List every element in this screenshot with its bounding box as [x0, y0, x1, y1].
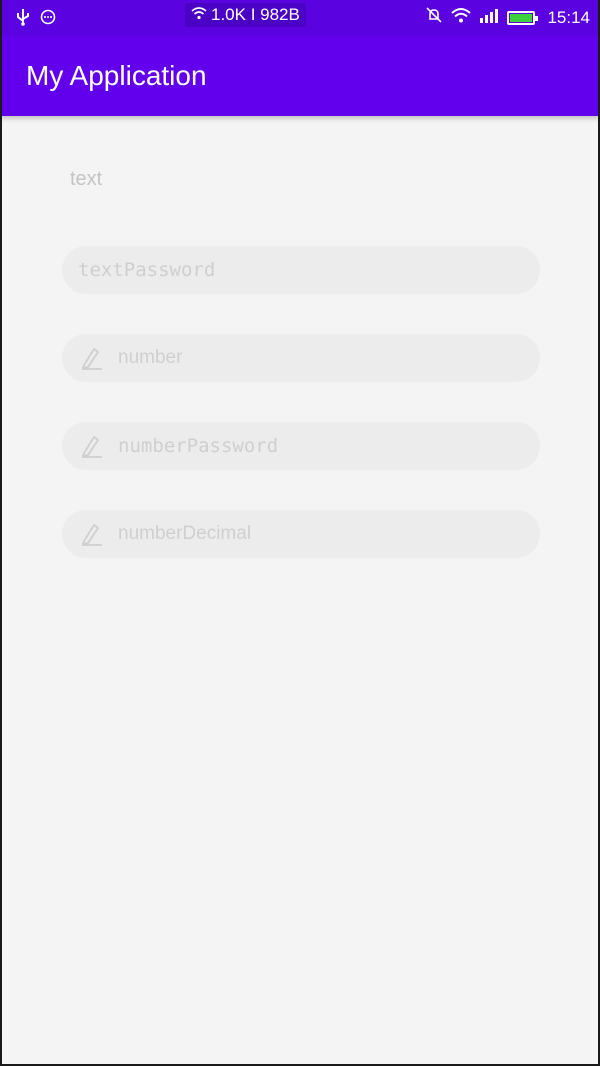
status-bar: 1.0K I 982B 15:14 — [0, 0, 600, 36]
wifi-icon — [191, 5, 207, 25]
network-speed: 1.0K I 982B — [185, 3, 306, 27]
pencil-icon — [78, 345, 106, 371]
pencil-icon — [78, 433, 106, 459]
text-password-placeholder: textPassword — [78, 259, 216, 281]
number-password-field[interactable]: numberPassword — [62, 422, 540, 470]
number-password-placeholder: numberPassword — [118, 435, 279, 457]
number-decimal-field[interactable]: numberDecimal — [62, 510, 540, 558]
number-placeholder: number — [118, 347, 183, 368]
text-password-field[interactable]: textPassword — [62, 246, 540, 294]
app-title: My Application — [26, 60, 207, 91]
number-decimal-placeholder: numberDecimal — [118, 523, 252, 544]
clock: 15:14 — [547, 7, 590, 27]
pencil-icon — [78, 521, 106, 547]
message-icon — [40, 9, 56, 30]
usb-icon — [16, 8, 30, 31]
app-bar: My Application — [0, 36, 600, 116]
mute-icon — [425, 6, 443, 29]
signal-icon — [479, 7, 499, 28]
network-speed-label: 1.0K I 982B — [211, 5, 300, 24]
wifi-status-icon — [451, 7, 472, 28]
text-label: text — [70, 168, 103, 190]
battery-icon — [507, 10, 539, 25]
number-field[interactable]: number — [62, 334, 540, 382]
